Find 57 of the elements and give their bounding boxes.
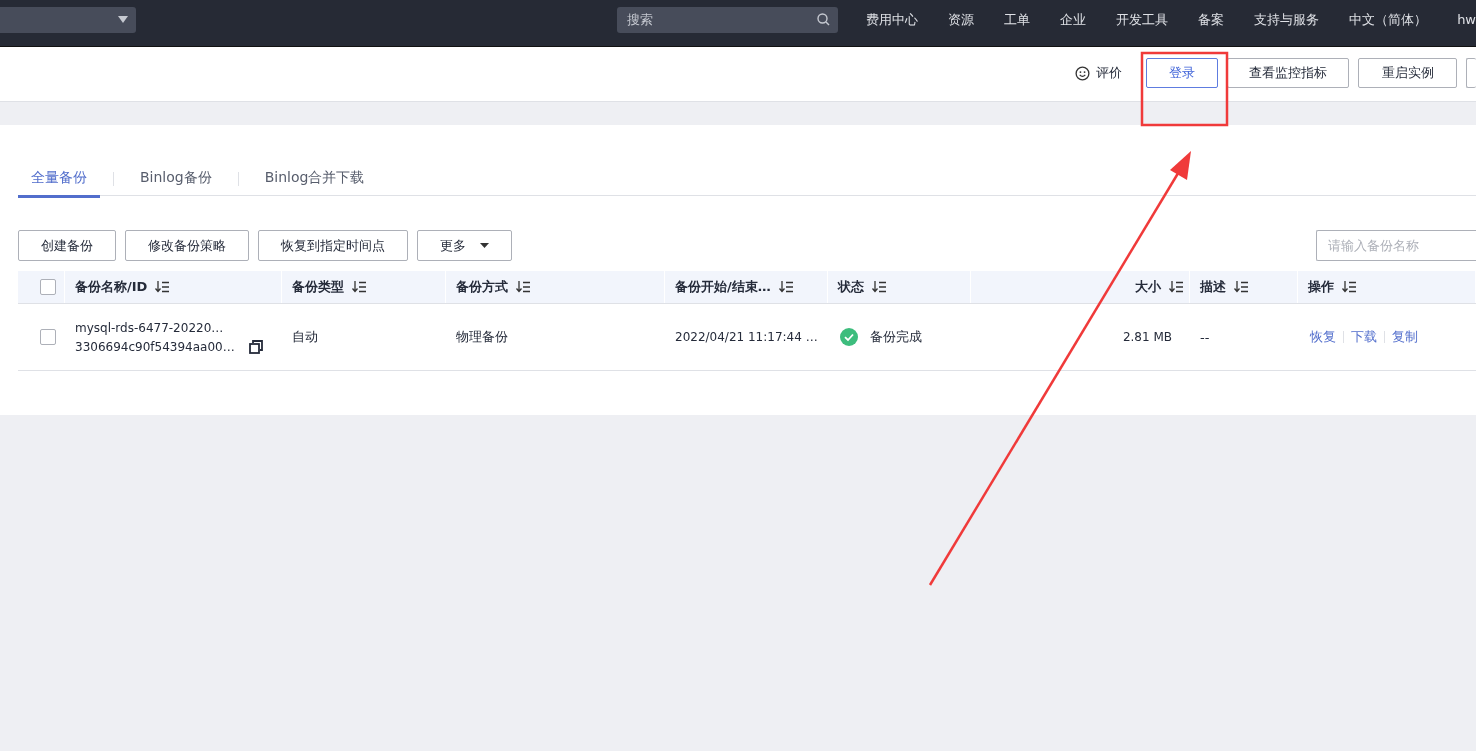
select-all-checkbox[interactable] <box>40 279 56 295</box>
backup-id: 3306694c90f54394aa00… <box>75 339 235 354</box>
header-button[interactable]: 查看监控指标 <box>1227 58 1349 88</box>
smiley-icon <box>1075 65 1090 81</box>
tab[interactable]: 全量备份 <box>18 160 100 198</box>
copy-icon[interactable] <box>248 340 263 354</box>
action-link[interactable]: 复制 <box>1392 328 1418 346</box>
table-cell: 2022/04/21 11:17:44 … <box>675 330 818 344</box>
column-header: 操作 <box>1308 278 1334 296</box>
sort-icon[interactable] <box>155 281 170 293</box>
column-header: 备份方式 <box>456 278 508 296</box>
column-header: 备份名称/ID <box>75 278 148 296</box>
sort-icon[interactable] <box>1169 281 1183 293</box>
column-header: 备份开始/结束… <box>675 278 771 296</box>
nav-link[interactable]: 工单 <box>1004 10 1031 29</box>
table-cell: -- <box>1200 329 1210 345</box>
column-header: 状态 <box>838 278 864 296</box>
action-link[interactable]: 下载 <box>1351 328 1377 346</box>
column-header: 备份类型 <box>292 278 344 296</box>
tab[interactable]: Binlog合并下载 <box>251 160 378 198</box>
backup-search-field[interactable]: 请输入备份名称 <box>1316 230 1476 261</box>
sort-icon[interactable] <box>778 281 793 293</box>
caret-icon <box>480 243 489 248</box>
sort-icon[interactable] <box>872 281 886 293</box>
nav-link[interactable]: 支持与服务 <box>1254 10 1320 29</box>
sort-icon[interactable] <box>1342 281 1356 293</box>
header-button[interactable]: 重启实例 <box>1358 58 1457 88</box>
nav-link[interactable]: 资源 <box>948 10 975 29</box>
row-checkbox[interactable] <box>40 329 56 345</box>
search-icon <box>817 12 831 26</box>
table-cell: 自动 <box>292 328 318 346</box>
sort-icon[interactable] <box>1234 281 1248 293</box>
more-dropdown[interactable]: 更多 <box>417 230 512 261</box>
toolbar-button[interactable]: 修改备份策略 <box>125 230 249 261</box>
search-field[interactable]: 搜索 <box>617 6 839 33</box>
nav-link[interactable]: 费用中心 <box>866 10 919 29</box>
tab[interactable]: Binlog备份 <box>127 160 225 198</box>
column-header: 描述 <box>1200 278 1226 296</box>
toolbar-button[interactable]: 创建备份 <box>18 230 116 261</box>
table-cell: 物理备份 <box>456 328 508 346</box>
sort-icon[interactable] <box>352 281 366 293</box>
column-header: 大小 <box>1135 278 1161 296</box>
toolbar-button[interactable]: 恢复到指定时间点 <box>258 230 408 261</box>
check-circle-icon <box>840 328 858 346</box>
caret-icon <box>118 16 128 23</box>
table-cell: 2.81 MB <box>1122 330 1172 344</box>
action-link[interactable]: 恢复 <box>1310 328 1336 346</box>
status-label: 备份完成 <box>870 328 922 346</box>
backup-name: mysql-rds-6477-20220… <box>75 320 225 335</box>
header-button[interactable]: 登录 <box>1146 58 1218 88</box>
nav-link[interactable]: 开发工具 <box>1116 10 1169 29</box>
sort-icon[interactable] <box>516 281 530 293</box>
rate-label[interactable]: 评价 <box>1096 64 1122 82</box>
nav-link[interactable]: 备案 <box>1198 10 1225 29</box>
nav-link[interactable]: 企业 <box>1060 10 1087 29</box>
nav-link[interactable]: hw <box>1457 12 1476 27</box>
nav-link[interactable]: 中文（简体） <box>1349 10 1428 29</box>
